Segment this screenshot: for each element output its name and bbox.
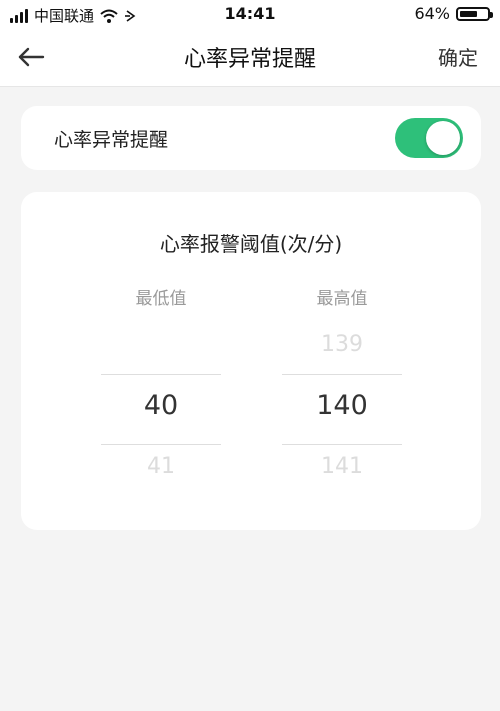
- min-selected-value[interactable]: 40: [101, 390, 221, 421]
- min-value-header: 最低值: [135, 289, 187, 309]
- min-next-option[interactable]: 41: [101, 454, 221, 479]
- picker-divider: [101, 444, 221, 445]
- alert-toggle-card: 心率异常提醒: [21, 106, 481, 170]
- max-value-header: 最高值: [316, 289, 368, 309]
- min-value-picker[interactable]: 40 41: [101, 322, 221, 482]
- battery-level-fill: [460, 10, 477, 17]
- threshold-card: 心率报警阈值(次/分) 最低值 最高值 40 41 139 140 141: [21, 192, 481, 530]
- max-selected-value[interactable]: 140: [282, 390, 402, 421]
- toggle-knob: [426, 121, 460, 155]
- battery-icon: [456, 6, 493, 21]
- nav-bar: 心率异常提醒 确定: [0, 28, 500, 87]
- max-value-picker[interactable]: 139 140 141: [282, 322, 402, 482]
- picker-divider: [282, 444, 402, 445]
- picker-divider: [101, 374, 221, 375]
- confirm-button[interactable]: 确定: [438, 42, 478, 71]
- max-next-option[interactable]: 141: [282, 454, 402, 479]
- max-prev-option[interactable]: 139: [282, 332, 402, 357]
- status-right: 64%: [414, 4, 493, 23]
- battery-percent: 64%: [414, 4, 450, 23]
- alert-toggle-switch[interactable]: [395, 118, 463, 158]
- alert-toggle-label: 心率异常提醒: [54, 129, 169, 151]
- picker-divider: [282, 374, 402, 375]
- status-bar: 中国联通 14:41 64%: [0, 0, 500, 28]
- page-title: 心率异常提醒: [183, 47, 316, 72]
- threshold-title: 心率报警阈值(次/分): [159, 232, 343, 256]
